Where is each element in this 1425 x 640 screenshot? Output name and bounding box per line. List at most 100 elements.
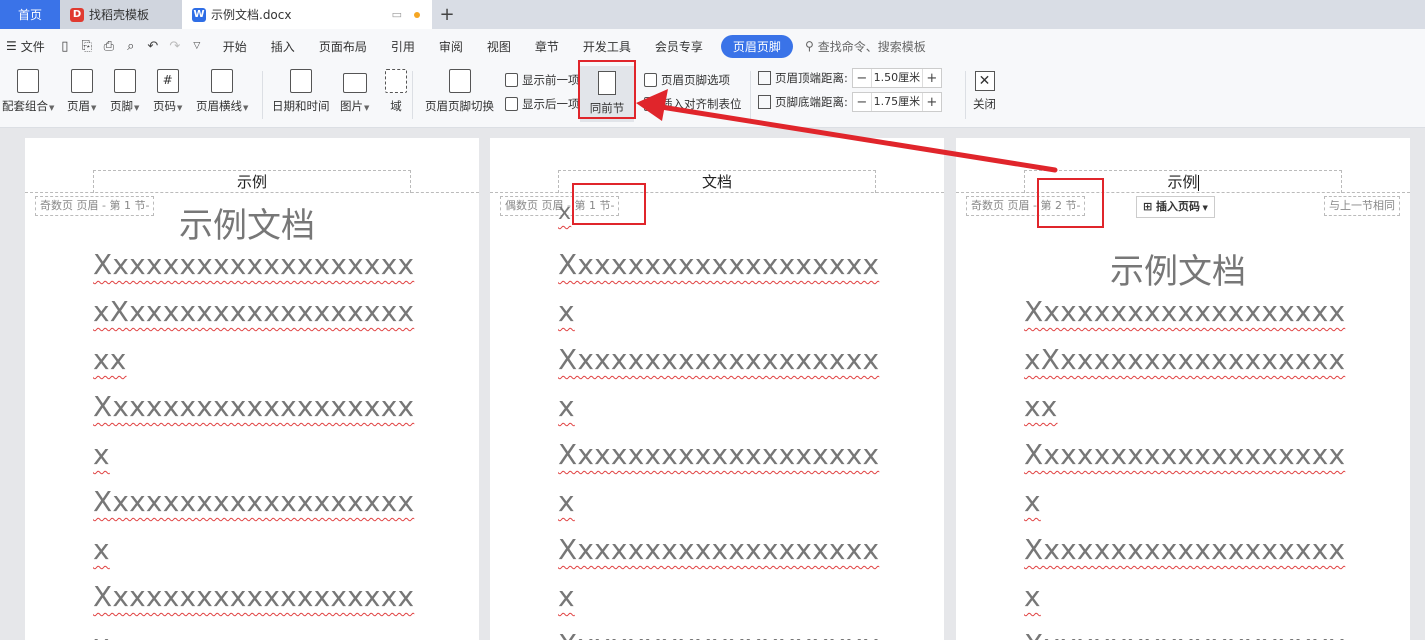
document-title[interactable]: 示例文档 — [179, 198, 315, 247]
text-line[interactable]: x — [93, 438, 110, 471]
menu-developer[interactable]: 开发工具 — [571, 38, 643, 55]
field-icon — [385, 69, 407, 93]
text-cursor — [1197, 174, 1199, 191]
menu-insert[interactable]: 插入 — [259, 38, 307, 55]
same-as-previous-icon — [598, 71, 616, 95]
header-icon — [70, 69, 93, 93]
document-title[interactable]: 示例文档 — [1110, 244, 1246, 293]
same-as-previous-button[interactable]: 同前节 — [580, 66, 634, 122]
increase-button[interactable]: + — [923, 71, 941, 86]
close-header-footer-button[interactable]: ✕ 关闭 — [973, 71, 996, 112]
print-icon[interactable]: ⎙ — [101, 39, 117, 54]
header-content[interactable]: 示例 — [93, 170, 411, 193]
page-2[interactable]: 文档 偶数页 页眉 - 第 1 节- x Xxxxxxxxxxxxxxxxxxx… — [490, 138, 944, 640]
tab-document[interactable]: W 示例文档.docx ▭ — [182, 0, 432, 29]
tab-templates[interactable]: D 找稻壳模板 — [60, 0, 182, 29]
export-icon[interactable]: ⎘ — [79, 39, 95, 54]
text-line[interactable]: xXxxxxxxxxxxxxxxxxx — [93, 295, 414, 328]
hamburger-icon: ☰ — [6, 39, 17, 53]
footer-bottom-stepper[interactable]: − 1.75厘米 + — [851, 92, 942, 112]
text-line[interactable]: Xxxxxxxxxxxxxxxxxxx — [1024, 533, 1345, 566]
text-line[interactable]: x — [558, 295, 575, 328]
text-line[interactable]: xXxxxxxxxxxxxxxxxxx — [1024, 343, 1345, 376]
header-boundary — [490, 192, 944, 193]
align-tab-icon — [644, 97, 657, 111]
footer-icon — [113, 69, 136, 93]
show-next-button[interactable]: 显示后一项 — [505, 96, 580, 112]
switch-icon — [448, 69, 471, 93]
undo-icon[interactable]: ↶ — [145, 39, 161, 54]
text-line[interactable]: Xxxxxxxxxxxxxxxxxxx — [558, 438, 879, 471]
increase-button[interactable]: + — [923, 95, 941, 110]
page-3[interactable]: 示例 奇数页 页眉 - 第 2 节- ⊞ 插入页码 ▼ 与上一节相同 示例文档 … — [956, 138, 1410, 640]
page-number-button[interactable]: # 页码▼ — [153, 69, 182, 114]
page-1[interactable]: 示例 奇数页 页眉 - 第 1 节- 示例文档 Xxxxxxxxxxxxxxxx… — [25, 138, 479, 640]
header-content[interactable]: 示例 — [1024, 170, 1342, 193]
save-icon[interactable]: ▯ — [57, 39, 73, 54]
text-line[interactable]: Xxxxxxxxxxxxxxxxxxx — [1024, 628, 1345, 640]
picture-button[interactable]: 图片▼ — [340, 69, 369, 114]
text-line[interactable]: Xxxxxxxxxxxxxxxxxxx — [558, 533, 879, 566]
menu-page-layout[interactable]: 页面布局 — [307, 38, 379, 55]
combo-button[interactable]: 配套组合▼ — [2, 69, 54, 114]
text-line[interactable]: Xxxxxxxxxxxxxxxxxxx — [1024, 295, 1345, 328]
header-line-button[interactable]: 页眉横线▼ — [196, 69, 248, 114]
decrease-button[interactable]: − — [853, 71, 871, 86]
tab-home[interactable]: 首页 — [0, 0, 60, 29]
tab-bar: 首页 D 找稻壳模板 W 示例文档.docx ▭ + — [0, 0, 1425, 29]
header-distance-icon — [758, 71, 771, 85]
datetime-button[interactable]: 日期和时间 — [272, 69, 330, 114]
insert-page-number-button[interactable]: ⊞ 插入页码 ▼ — [1136, 196, 1215, 218]
redo-icon[interactable]: ↷ — [167, 39, 183, 54]
text-line[interactable]: x — [558, 485, 575, 518]
quick-access-toolbar: ▯ ⎘ ⎙ ⌕ ↶ ↷ ▽ — [51, 39, 211, 54]
text-line[interactable]: x — [558, 390, 575, 423]
header-top-stepper[interactable]: − 1.50厘米 + — [851, 68, 942, 88]
text-line[interactable]: Xxxxxxxxxxxxxxxxxxx — [1024, 438, 1345, 471]
text-line[interactable]: x — [558, 580, 575, 613]
field-button[interactable]: 域 — [385, 69, 407, 114]
text-line[interactable]: xx — [93, 343, 127, 376]
monitor-icon[interactable]: ▭ — [392, 8, 402, 21]
text-line[interactable]: x — [1024, 485, 1041, 518]
text-line[interactable]: Xxxxxxxxxxxxxxxxxxx — [93, 485, 414, 518]
insert-align-tab-button[interactable]: 插入对齐制表位 — [644, 96, 742, 112]
menu-view[interactable]: 视图 — [475, 38, 523, 55]
text-line[interactable]: x — [93, 533, 110, 566]
switch-header-footer-button[interactable]: 页眉页脚切换 — [425, 69, 494, 114]
text-line[interactable]: xx — [1024, 390, 1058, 423]
command-search[interactable]: ⚲ 查找命令、搜索模板 — [805, 38, 926, 55]
file-menu[interactable]: ☰ 文件 — [0, 38, 51, 55]
text-line[interactable]: Xxxxxxxxxxxxxxxxxxx — [558, 628, 879, 640]
show-prev-button[interactable]: 显示前一项 — [505, 72, 580, 88]
menu-start[interactable]: 开始 — [211, 38, 259, 55]
menu-section[interactable]: 章节 — [523, 38, 571, 55]
header-boundary — [956, 192, 1410, 193]
menu-review[interactable]: 审阅 — [427, 38, 475, 55]
menu-references[interactable]: 引用 — [379, 38, 427, 55]
header-footer-options-button[interactable]: 页眉页脚选项 — [644, 72, 730, 88]
print-preview-icon[interactable]: ⌕ — [123, 39, 139, 54]
text-line[interactable]: Xxxxxxxxxxxxxxxxxxx — [93, 580, 414, 613]
calendar-clock-icon — [289, 69, 312, 93]
header-button[interactable]: 页眉▼ — [67, 69, 96, 114]
text-line[interactable]: Xxxxxxxxxxxxxxxxxxx — [93, 390, 414, 423]
customize-chevron-icon[interactable]: ▽ — [189, 41, 205, 51]
picture-icon — [342, 73, 367, 93]
show-prev-icon — [505, 73, 518, 87]
header-content[interactable]: 文档 — [558, 170, 876, 193]
new-tab-button[interactable]: + — [432, 0, 462, 29]
page-number-icon: # — [156, 69, 179, 93]
menu-header-footer[interactable]: 页眉页脚 — [720, 34, 793, 58]
text-line[interactable]: Xxxxxxxxxxxxxxxxxxx — [558, 343, 879, 376]
text-line[interactable]: x — [1024, 580, 1041, 613]
ribbon: 配套组合▼ 页眉▼ 页脚▼ # 页码▼ 页眉横线▼ 日期和时间 图片▼ 域 页眉… — [0, 63, 1425, 128]
text-line[interactable]: x — [558, 200, 571, 225]
footer-button[interactable]: 页脚▼ — [110, 69, 139, 114]
text-line[interactable]: Xxxxxxxxxxxxxxxxxxx — [558, 248, 879, 281]
document-area[interactable]: 示例 奇数页 页眉 - 第 1 节- 示例文档 Xxxxxxxxxxxxxxxx… — [0, 128, 1425, 640]
text-line[interactable]: x — [93, 628, 110, 640]
menu-member[interactable]: 会员专享 — [643, 38, 715, 55]
decrease-button[interactable]: − — [853, 95, 871, 110]
text-line[interactable]: Xxxxxxxxxxxxxxxxxxx — [93, 248, 414, 281]
